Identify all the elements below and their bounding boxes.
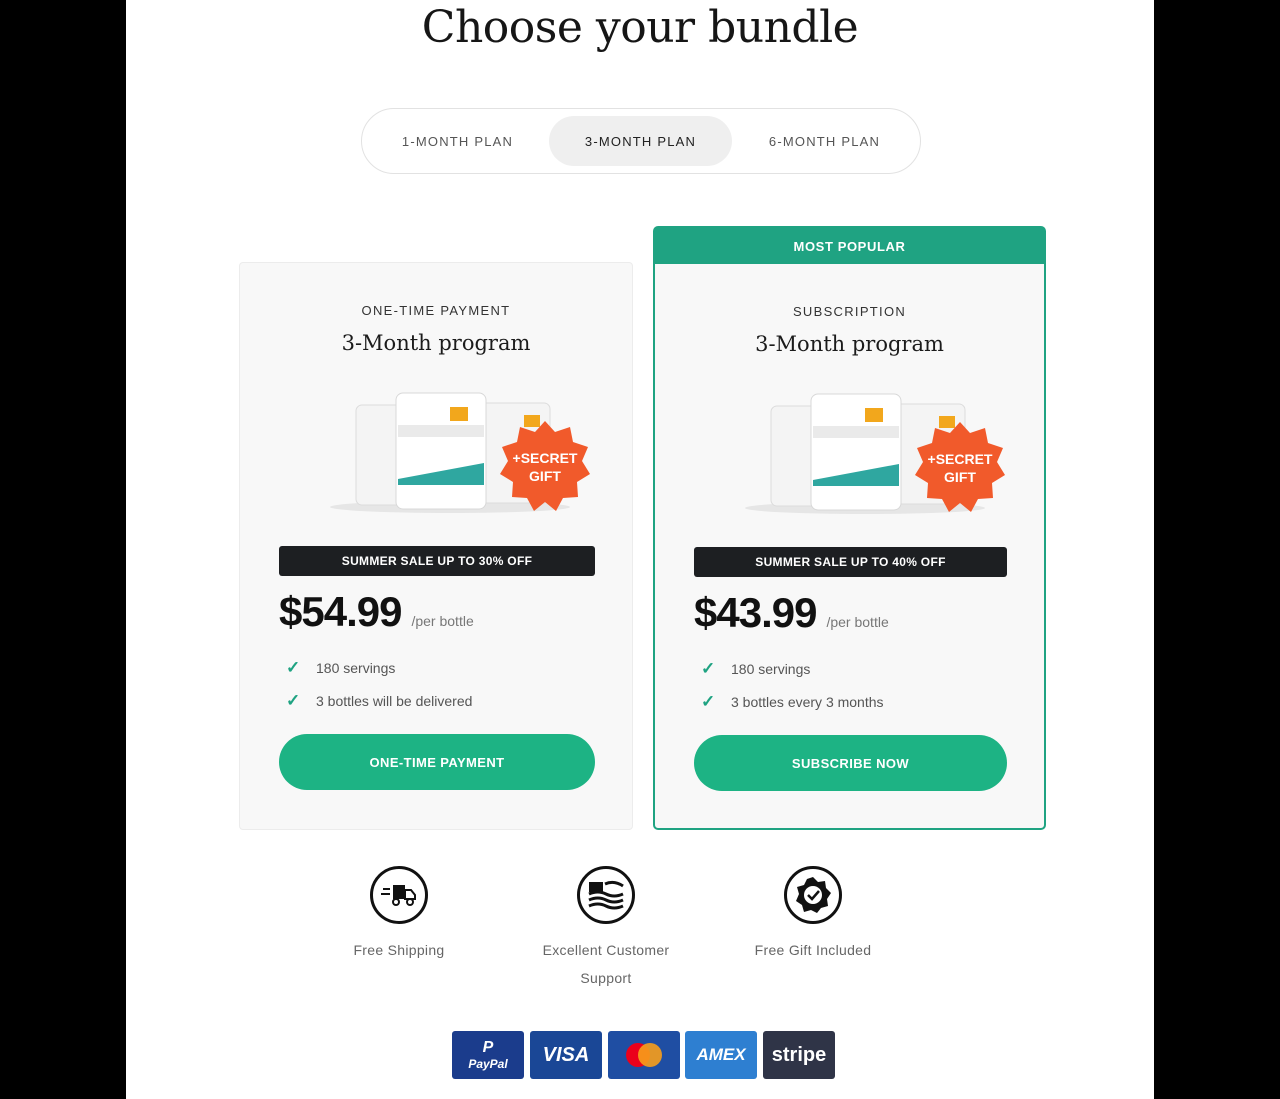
check-icon: ✓ bbox=[701, 692, 716, 711]
page-title: Choose your bundle bbox=[421, 2, 859, 53]
payment-label: stripe bbox=[771, 1043, 827, 1066]
stripe-logo: stripe bbox=[763, 1031, 835, 1079]
payment-type-label: ONE-TIME PAYMENT bbox=[361, 303, 511, 318]
check-icon: ✓ bbox=[286, 658, 301, 677]
perk-label: Free Shipping bbox=[353, 942, 445, 958]
gift-badge-text: +SECRET GIFT bbox=[512, 450, 578, 484]
feature-text: 180 servings bbox=[731, 661, 811, 677]
page: Choose your bundle 1-MONTH PLAN 3-MONTH … bbox=[126, 0, 1154, 1099]
paypal-logo: P PayPal bbox=[452, 1031, 524, 1079]
payment-label: VISA bbox=[542, 1043, 590, 1066]
most-popular-ribbon: MOST POPULAR bbox=[655, 228, 1044, 264]
sale-banner: SUMMER SALE UP TO 30% OFF bbox=[279, 546, 595, 576]
payment-label: AMEX bbox=[696, 1045, 746, 1064]
check-icon: ✓ bbox=[286, 691, 301, 710]
price-unit: /per bottle bbox=[411, 613, 474, 629]
program-name: 3-Month program bbox=[755, 332, 944, 356]
program-name: 3-Month program bbox=[341, 331, 531, 355]
one-time-payment-button[interactable]: ONE-TIME PAYMENT bbox=[279, 734, 595, 790]
perk-label: Free Gift Included bbox=[754, 942, 872, 958]
price-row: $54.99 /per bottle bbox=[279, 588, 474, 640]
subscription-card: MOST POPULAR SUBSCRIPTION 3-Month progra… bbox=[653, 226, 1046, 830]
feature-text: 3 bottles every 3 months bbox=[731, 694, 884, 710]
gift-badge-text: +SECRET GIFT bbox=[927, 451, 993, 485]
tab-6-month-plan[interactable]: 6-MONTH PLAN bbox=[733, 116, 916, 166]
sale-banner: SUMMER SALE UP TO 40% OFF bbox=[694, 547, 1007, 577]
perk-label: Excellent Customer Support bbox=[542, 942, 670, 986]
visa-logo: VISA bbox=[530, 1031, 602, 1079]
price-unit: /per bottle bbox=[826, 614, 889, 630]
feature-item: ✓ 180 servings bbox=[701, 659, 810, 679]
price: $54.99 bbox=[279, 588, 402, 635]
mastercard-logo bbox=[608, 1031, 680, 1079]
payment-type-label: SUBSCRIPTION bbox=[792, 304, 907, 319]
tab-1-month-plan[interactable]: 1-MONTH PLAN bbox=[366, 116, 549, 166]
price-row: $43.99 /per bottle bbox=[694, 589, 889, 641]
perk-free-gift: Free Gift Included bbox=[723, 866, 903, 964]
perk-customer-support: Excellent Customer Support bbox=[516, 866, 696, 992]
amex-logo: AMEX bbox=[685, 1031, 757, 1079]
truck-icon bbox=[370, 866, 428, 924]
plan-tabs: 1-MONTH PLAN 3-MONTH PLAN 6-MONTH PLAN bbox=[361, 108, 921, 174]
check-icon: ✓ bbox=[701, 659, 716, 678]
perk-free-shipping: Free Shipping bbox=[309, 866, 489, 964]
subscribe-now-button[interactable]: SUBSCRIBE NOW bbox=[694, 735, 1007, 791]
feature-text: 3 bottles will be delivered bbox=[316, 693, 473, 709]
price: $43.99 bbox=[694, 589, 817, 636]
badge-check-icon bbox=[784, 866, 842, 924]
feature-item: ✓ 3 bottles will be delivered bbox=[286, 691, 472, 711]
feature-text: 180 servings bbox=[316, 660, 396, 676]
tab-3-month-plan[interactable]: 3-MONTH PLAN bbox=[549, 116, 732, 166]
flag-icon bbox=[577, 866, 635, 924]
one-time-payment-card: ONE-TIME PAYMENT 3-Month program +SECRET… bbox=[239, 262, 633, 830]
feature-item: ✓ 3 bottles every 3 months bbox=[701, 692, 884, 712]
payment-label: PayPal bbox=[468, 1057, 508, 1071]
feature-item: ✓ 180 servings bbox=[286, 658, 395, 678]
